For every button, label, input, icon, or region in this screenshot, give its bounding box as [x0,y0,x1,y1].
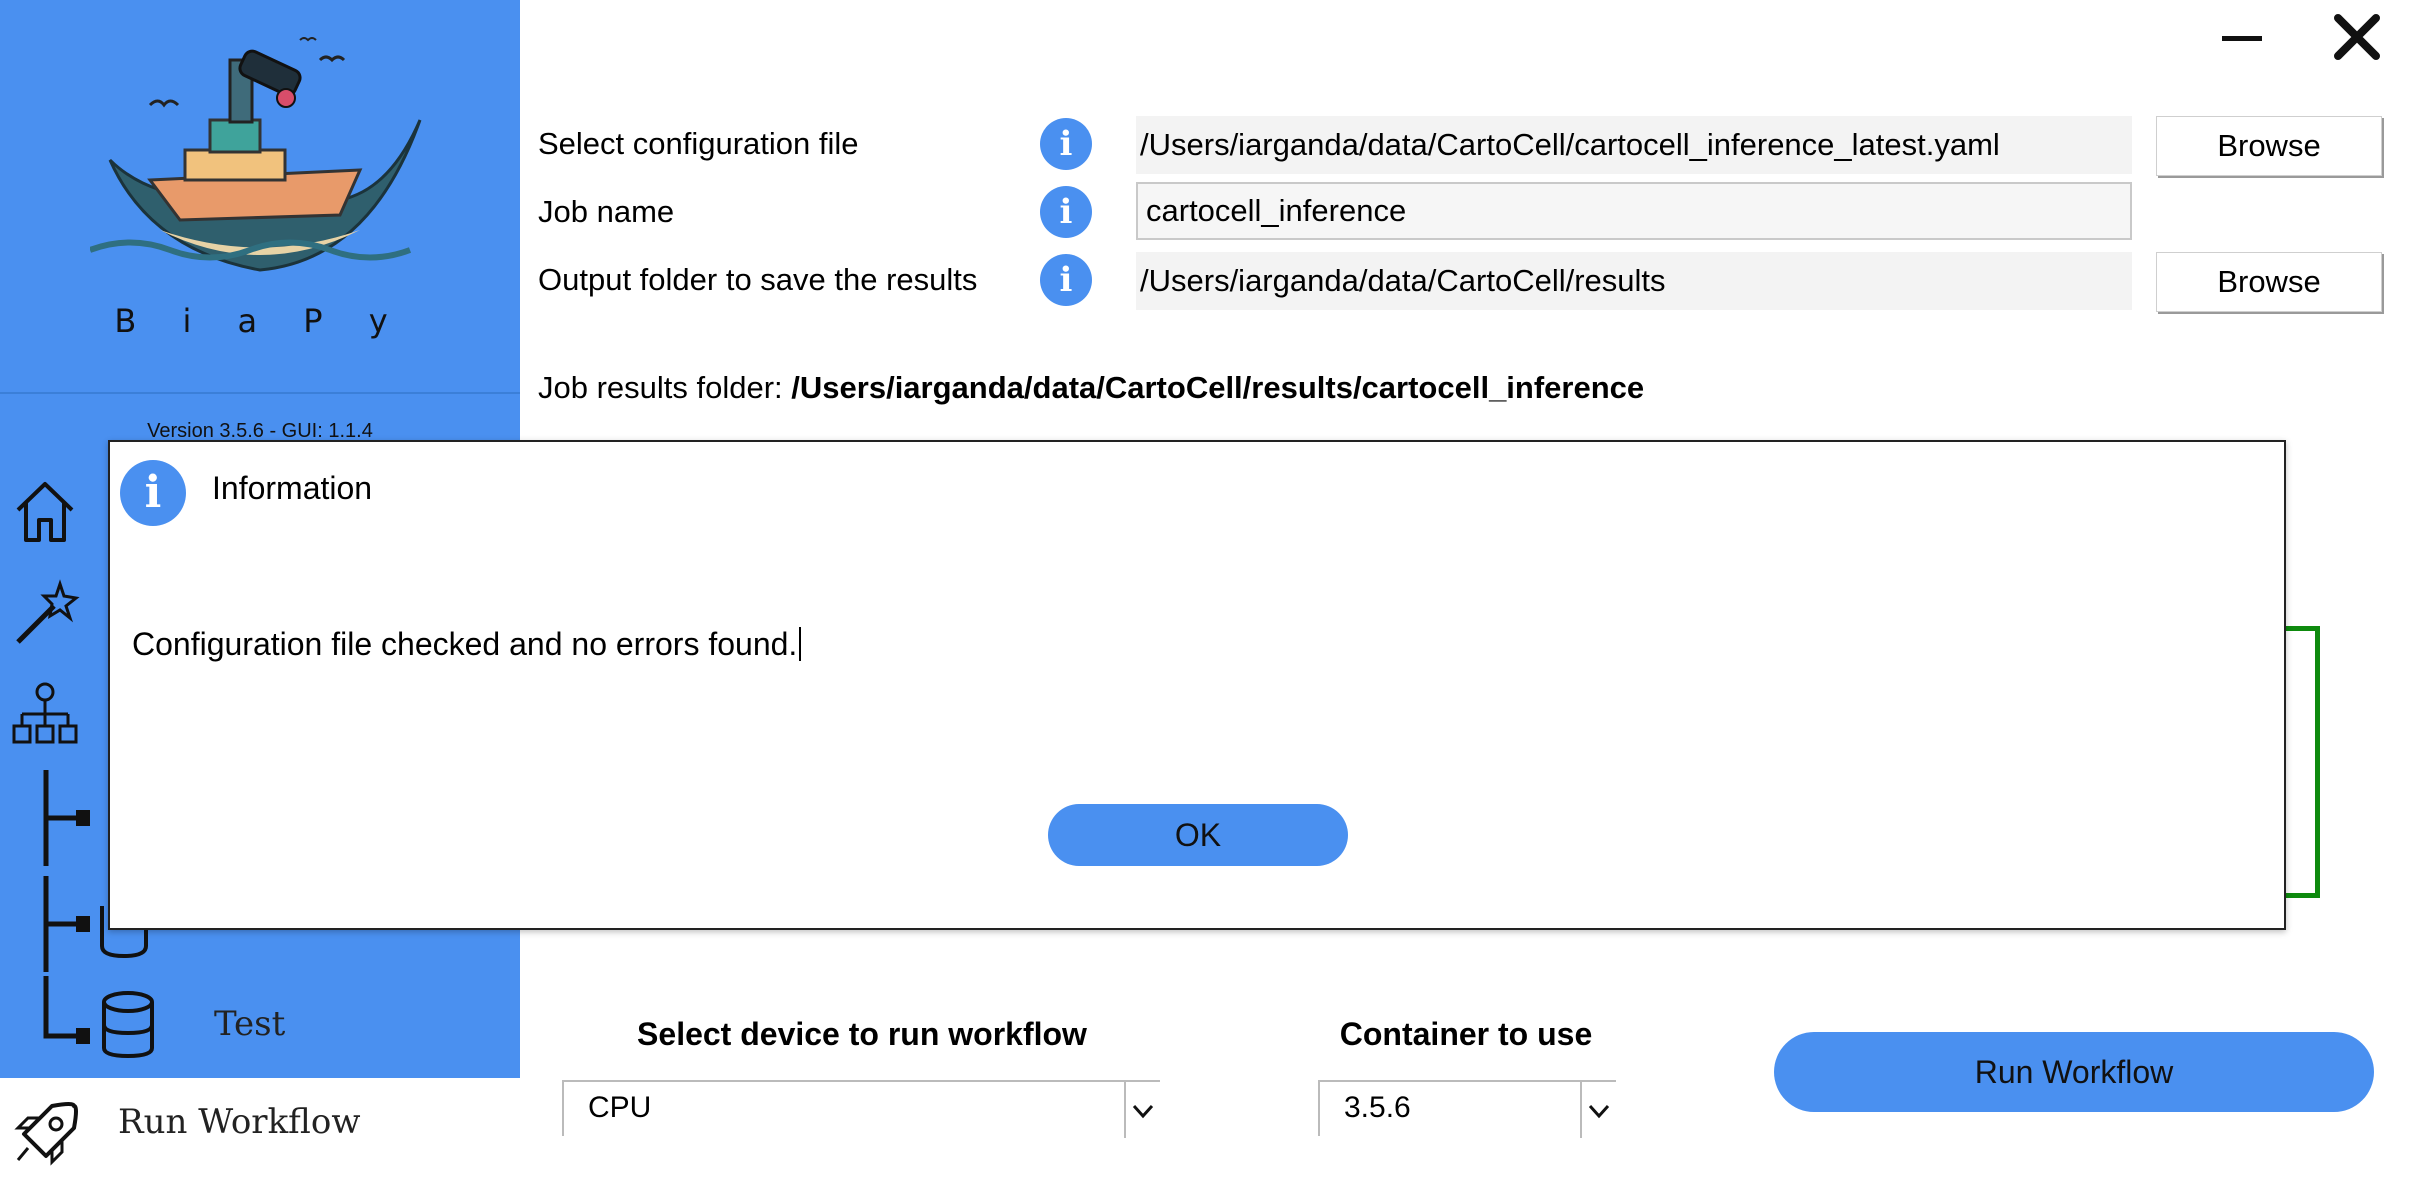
sidebar-item-wizard[interactable] [10,578,80,648]
config-info-icon[interactable]: i [1040,118,1092,170]
container-value: 3.5.6 [1344,1091,1411,1124]
chevron-down-icon [1580,1082,1616,1138]
output-folder-label: Output folder to save the results [538,262,978,297]
job-name-info-icon[interactable]: i [1040,186,1092,238]
device-label: Select device to run workflow [637,1016,1087,1052]
information-dialog: i Information Configuration file checked… [108,440,2286,930]
device-select[interactable]: CPU [562,1080,1160,1138]
job-results-path: /Users/iarganda/data/CartoCell/results/c… [791,370,1645,405]
output-info-icon[interactable]: i [1040,254,1092,306]
minimize-icon [2222,36,2262,41]
device-value: CPU [588,1091,652,1124]
workflow-icon [12,682,78,744]
sidebar-item-test[interactable] [36,976,166,1060]
sidebar-item-test-label: Test [214,1004,286,1044]
sidebar-item-workflow[interactable] [10,680,80,750]
info-icon: i [120,460,186,526]
minimize-button[interactable] [2220,22,2264,52]
output-browse-button[interactable]: Browse [2156,252,2382,312]
dialog-message-text: Configuration file checked and no errors… [132,626,798,662]
config-browse-button[interactable]: Browse [2156,116,2382,176]
database-icon [102,991,154,1059]
rocket-icon [14,1102,78,1166]
wizard-icon [16,579,80,644]
job-results-prefix: Job results folder: [538,370,792,405]
branch-icon [43,976,90,1044]
chevron-down-icon [1124,1082,1160,1138]
app-brand: B i a P y [114,302,406,340]
output-folder-field[interactable]: /Users/iarganda/data/CartoCell/results [1136,252,2132,310]
ok-button[interactable]: OK [1048,804,1348,866]
close-button[interactable] [2330,10,2384,64]
text-cursor [799,627,802,661]
container-select[interactable]: 3.5.6 [1318,1080,1616,1138]
dialog-message: Configuration file checked and no errors… [132,626,802,663]
container-label: Container to use [1339,1016,1593,1052]
run-workflow-nav-label: Run Workflow [118,1102,361,1142]
sidebar-item-home[interactable] [10,476,80,546]
job-name-input[interactable]: cartocell_inference [1136,182,2132,240]
config-file-label: Select configuration file [538,126,859,161]
close-icon [2334,14,2380,60]
sidebar-item-run-workflow[interactable]: Run Workflow [0,1078,520,1184]
biapy-logo [90,37,422,272]
run-workflow-button[interactable]: Run Workflow [1774,1032,2374,1112]
config-file-field[interactable]: /Users/iarganda/data/CartoCell/cartocell… [1136,116,2132,174]
dialog-title: Information [212,470,373,506]
home-icon [16,482,74,542]
job-results-folder: Job results folder: /Users/iarganda/data… [538,370,1644,406]
job-name-label: Job name [538,194,675,229]
